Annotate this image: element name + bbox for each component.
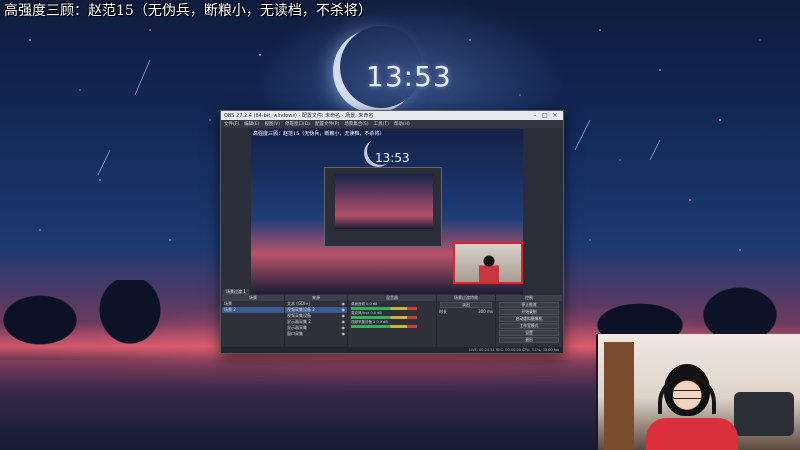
scenes-dock: 场景 场景 场景 2 + − ⌃ ⌄ [222,295,284,353]
glasses [672,390,704,399]
eye-icon[interactable]: ◉ [342,331,346,337]
close-icon[interactable]: × [550,112,560,119]
scene-item-selected[interactable]: 场景 2 [222,307,284,313]
controls-header: 控制 [496,295,562,301]
transitions-header: 场景过渡特效 [437,295,495,301]
menu-help[interactable]: 帮助(H) [394,121,410,127]
stop-streaming-button[interactable]: 停止推流 [499,302,559,308]
background-door [604,342,634,450]
menu-tools[interactable]: 工具(T) [374,121,389,127]
webcam-source-selected[interactable] [453,242,523,284]
volume-meter[interactable] [351,307,417,310]
background-pillow [734,392,794,436]
preview-clock: 13:53 [375,151,410,165]
obs-window[interactable]: OBS 27.2.4 (64-bit, windows) - 配置文件: 未命名… [220,110,564,354]
audio-mixer-dock: 混音器 桌面音频 0.0 dB 麦克风/Aux 0.0 dB 视频采集设备 2 … [348,295,436,353]
nested-preview-canvas [335,174,433,229]
stream-caption: 高强度三顾：赵范15（无伪兵，断粮小，无读档，不杀将） [4,3,372,19]
source-item[interactable]: 窗口采集 ◉ [285,331,347,337]
preview-caption: 高强度三顾：赵范15（无伪兵，断粮小，无读档，不杀将） [253,131,385,137]
exit-button[interactable]: 退出 [499,337,559,343]
transitions-dock: 场景过渡特效 淡出 时长 300 ms [437,295,495,353]
desktop-clock: 13:53 [366,60,452,93]
obs-statusbar: LIVE: 00:24:51 REC: 00:00:00 CPU: 3.1%, … [221,347,563,353]
webcam-overlay [596,334,800,450]
mixer-channel: 麦克风/Aux 0.0 dB [348,310,436,319]
maximize-icon[interactable]: □ [540,112,550,119]
duration-input[interactable]: 300 ms [478,309,493,315]
transition-type-select[interactable]: 淡出 [440,302,492,308]
menu-scene-collection[interactable]: 场景集合(S) [344,121,368,127]
nested-obs-preview [324,167,442,247]
duration-label: 时长 [439,309,447,314]
obs-title: OBS 27.2.4 (64-bit, windows) - 配置文件: 未命名… [224,113,374,119]
studio-mode-button[interactable]: 工作室模式 [499,323,559,329]
obs-menubar: 文件(F) 编辑(E) 视图(V) 停靠窗口(D) 配置文件(P) 场景集合(S… [221,120,563,128]
mixer-channel: 视频采集设备 2 0.0 dB [348,319,436,328]
settings-button[interactable]: 设置 [499,330,559,336]
menu-profile[interactable]: 配置文件(P) [315,121,339,127]
controls-dock: 控制 停止推流 开始录制 启动虚拟摄像机 工作室模式 设置 退出 [496,295,562,353]
volume-meter[interactable] [351,325,417,328]
obs-titlebar[interactable]: OBS 27.2.4 (64-bit, windows) - 配置文件: 未命名… [221,111,563,120]
menu-view[interactable]: 视图(V) [264,121,280,127]
sources-dock: 来源 文本 (GDI+) ◉ 视频采集设备 2 ◉ 视频采集设备 ◉ 显示器采集 2 ◉… [285,295,347,353]
streamer-body [646,418,738,450]
obs-preview-canvas[interactable]: 高强度三顾：赵范15（无伪兵，断粮小，无读档，不杀将） 13:53 [251,129,523,294]
virtual-camera-button[interactable]: 启动虚拟摄像机 [499,316,559,322]
menu-edit[interactable]: 编辑(E) [244,121,259,127]
streamer-thumbnail [479,254,499,282]
volume-meter[interactable] [351,316,417,319]
obs-docks: 场景 场景 场景 2 + − ⌃ ⌄ 来源 文本 (GDI+)◉ 视频采集设备 … [221,295,563,353]
start-recording-button[interactable]: 开始录制 [499,309,559,315]
menu-file[interactable]: 文件(F) [224,121,239,127]
minimize-icon[interactable]: – [530,112,540,119]
menu-docks[interactable]: 停靠窗口(D) [285,121,310,127]
mixer-channel: 桌面音频 0.0 dB [348,301,436,310]
transition-duration: 时长 300 ms [437,309,495,315]
